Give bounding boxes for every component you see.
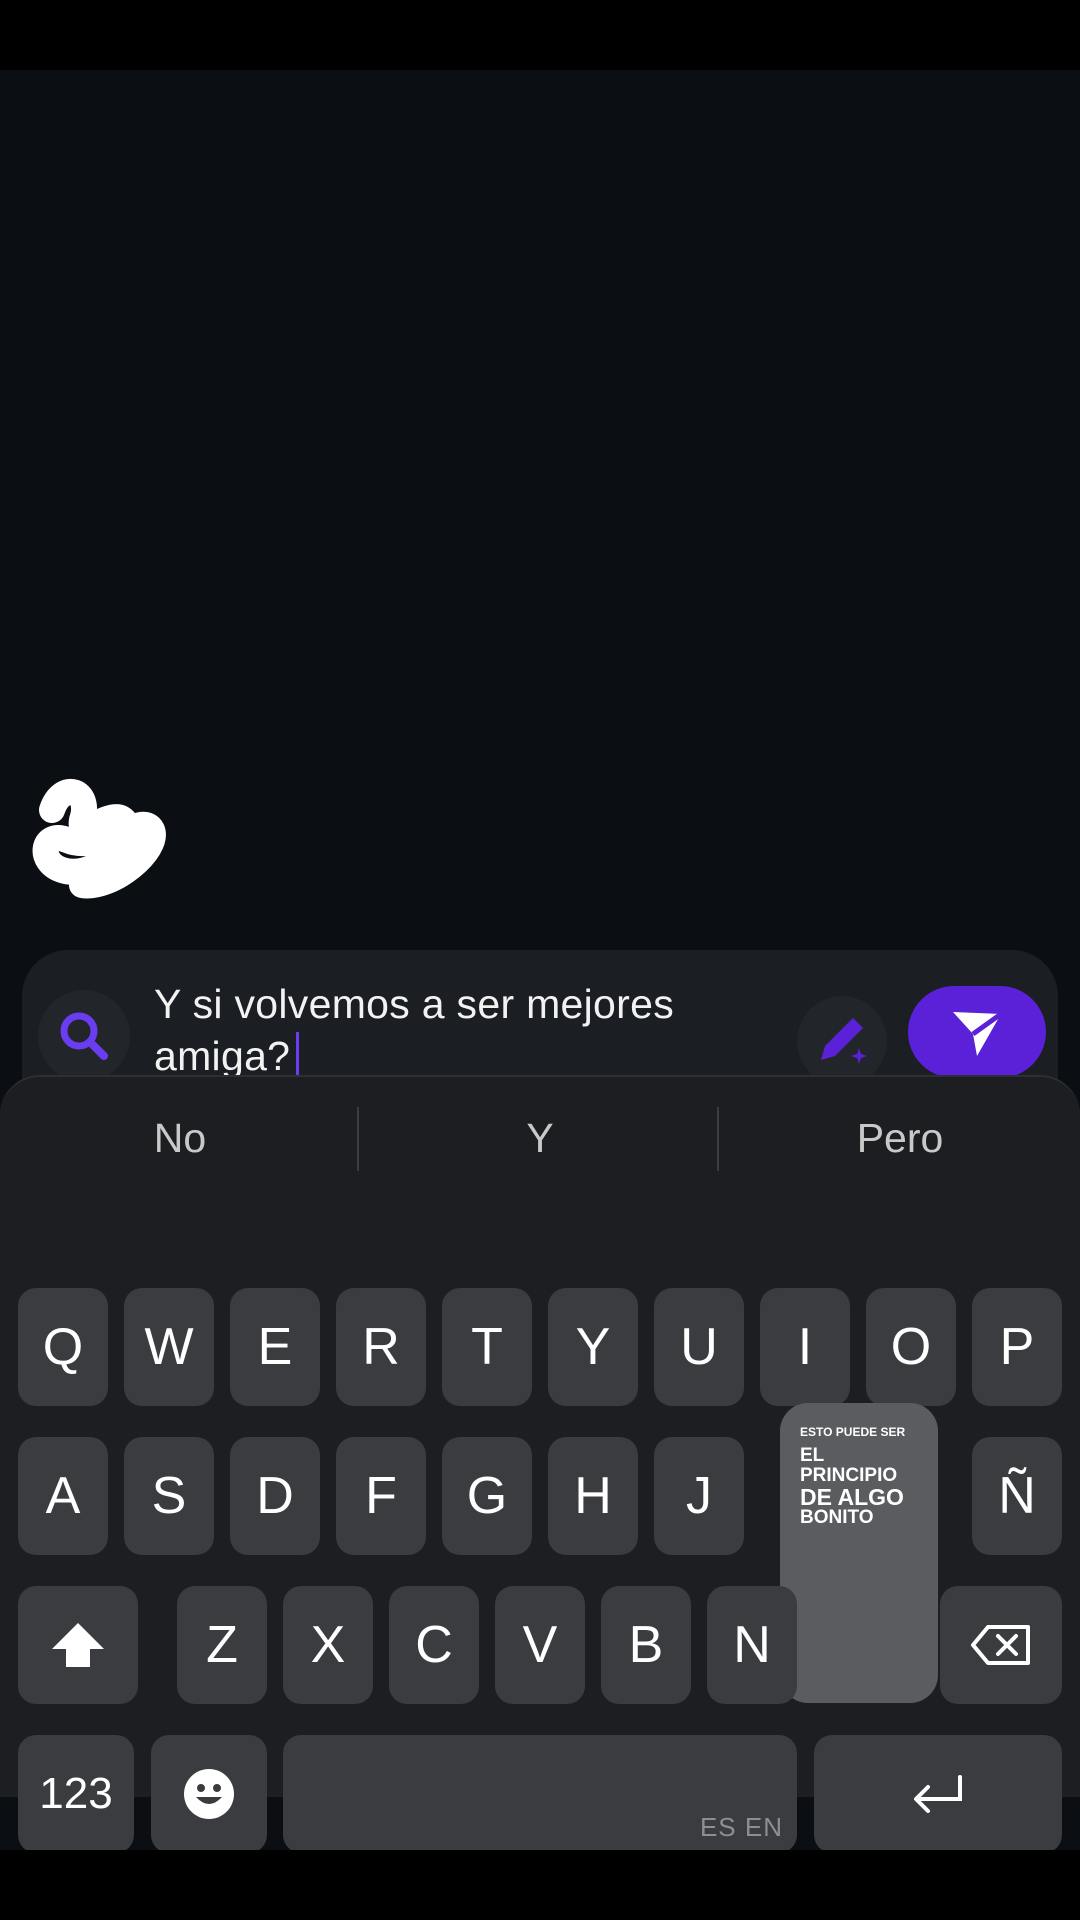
key-f[interactable]: F bbox=[336, 1437, 426, 1555]
popup-sticker-text: ESTO PUEDE SER EL PRINCIPIO DE ALGO BONI… bbox=[800, 1422, 940, 1528]
key-p[interactable]: P bbox=[972, 1288, 1062, 1406]
key-t[interactable]: T bbox=[442, 1288, 532, 1406]
key-g[interactable]: G bbox=[442, 1437, 532, 1555]
key-c[interactable]: C bbox=[389, 1586, 479, 1704]
pen-sparkle-icon bbox=[821, 1018, 867, 1064]
suggestion-3[interactable]: Pero bbox=[735, 1115, 1065, 1162]
key-z[interactable]: Z bbox=[177, 1586, 267, 1704]
popup-line-4: DE ALGO bbox=[800, 1484, 904, 1510]
navigation-bar bbox=[0, 1850, 1080, 1920]
key-r[interactable]: R bbox=[336, 1288, 426, 1406]
shift-arrow-icon bbox=[52, 1623, 104, 1667]
key-n[interactable]: N bbox=[707, 1586, 797, 1704]
key-s[interactable]: S bbox=[124, 1437, 214, 1555]
emoji-icon bbox=[184, 1769, 234, 1819]
suggestion-divider bbox=[357, 1107, 359, 1171]
key-q[interactable]: Q bbox=[18, 1288, 108, 1406]
key-y[interactable]: Y bbox=[548, 1288, 638, 1406]
enter-key[interactable] bbox=[814, 1735, 1062, 1853]
redaction-scribble bbox=[32, 779, 166, 899]
numbers-key[interactable]: 123 bbox=[18, 1735, 134, 1853]
message-input[interactable]: Y si volvemos a ser mejores amiga? bbox=[154, 978, 794, 1082]
suggestion-divider bbox=[717, 1107, 719, 1171]
popup-line-2: EL bbox=[800, 1445, 825, 1466]
key-j[interactable]: J bbox=[654, 1437, 744, 1555]
send-icon bbox=[953, 1011, 1003, 1056]
search-icon bbox=[60, 1012, 108, 1060]
language-indicator: ES EN bbox=[699, 1812, 783, 1842]
key-e[interactable]: E bbox=[230, 1288, 320, 1406]
key-popup-stem bbox=[814, 1550, 904, 1702]
key-enye[interactable]: Ñ bbox=[972, 1437, 1062, 1555]
key-d[interactable]: D bbox=[230, 1437, 320, 1555]
key-a[interactable]: A bbox=[18, 1437, 108, 1555]
key-u[interactable]: U bbox=[654, 1288, 744, 1406]
enter-icon bbox=[914, 1775, 962, 1813]
emoji-key[interactable] bbox=[151, 1735, 267, 1853]
message-line-2: amiga? bbox=[154, 1033, 291, 1079]
backspace-key[interactable] bbox=[940, 1586, 1062, 1704]
popup-line-5: BONITO bbox=[800, 1507, 874, 1528]
key-i[interactable]: I bbox=[760, 1288, 850, 1406]
suggestion-1[interactable]: No bbox=[15, 1115, 345, 1162]
status-bar bbox=[0, 0, 1080, 70]
key-w[interactable]: W bbox=[124, 1288, 214, 1406]
space-bar[interactable]: ES EN bbox=[283, 1735, 797, 1853]
popup-line-3: PRINCIPIO bbox=[800, 1465, 898, 1486]
backspace-icon bbox=[971, 1625, 1030, 1665]
key-v[interactable]: V bbox=[495, 1586, 585, 1704]
search-button[interactable] bbox=[38, 990, 130, 1082]
suggestion-2[interactable]: Y bbox=[375, 1115, 705, 1162]
key-x[interactable]: X bbox=[283, 1586, 373, 1704]
key-o[interactable]: O bbox=[866, 1288, 956, 1406]
text-caret bbox=[296, 1032, 300, 1078]
popup-line-1: ESTO PUEDE SER bbox=[800, 1425, 906, 1439]
ai-edit-button[interactable] bbox=[797, 996, 887, 1086]
send-button[interactable] bbox=[908, 986, 1046, 1078]
message-line-1: Y si volvemos a ser mejores bbox=[154, 981, 675, 1027]
shift-key[interactable] bbox=[18, 1586, 138, 1704]
key-b[interactable]: B bbox=[601, 1586, 691, 1704]
key-h[interactable]: H bbox=[548, 1437, 638, 1555]
